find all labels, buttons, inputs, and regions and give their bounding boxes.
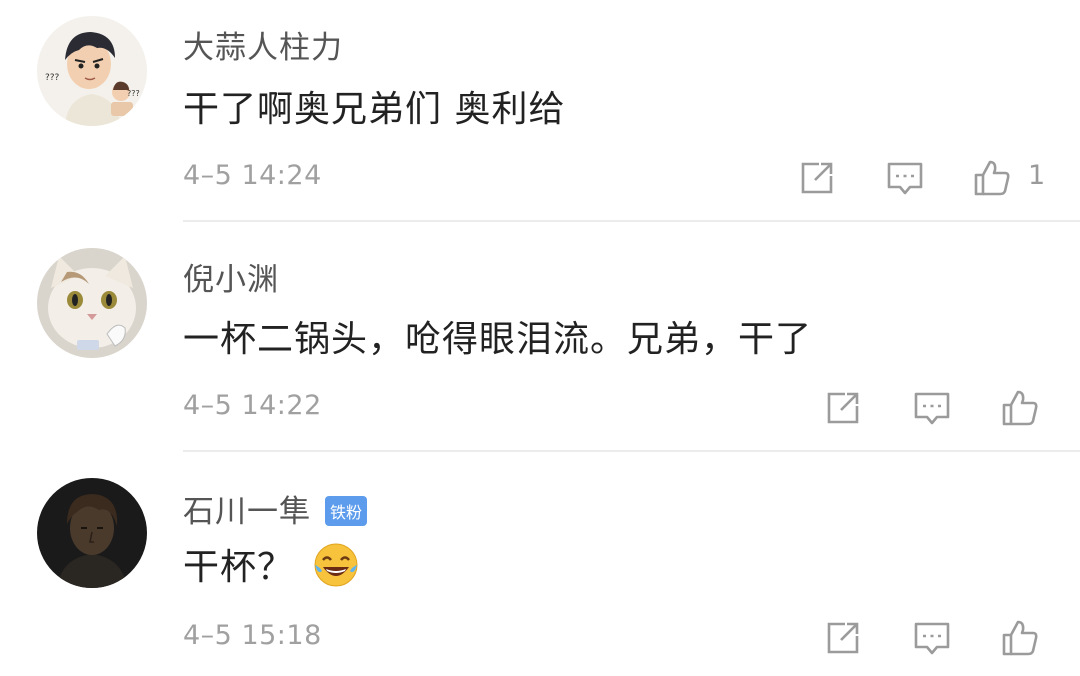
comment-text: 干杯？ [183,538,360,593]
user-avatar[interactable] [37,478,147,588]
username-text: 石川一隼 [183,494,311,530]
comment-icon [914,392,950,425]
timestamp: 4–5 15:18 [183,620,322,651]
share-button[interactable] [823,618,863,658]
comment-item: ??? ??? 大蒜人柱力 干了啊奥兄弟们 奥利给 4–5 14:24 1 [0,0,1080,222]
comment-item: 倪小渊 一杯二锅头，呛得眼泪流。兄弟，干了 4–5 14:22 [0,222,1080,452]
comment-icon [914,622,950,655]
comment-button[interactable] [912,618,952,658]
comment-text: 干了啊奥兄弟们 奥利给 [183,89,566,130]
thumbs-up-icon [1002,390,1038,426]
share-button[interactable] [797,158,837,198]
timestamp: 4–5 14:22 [183,390,322,421]
share-button[interactable] [823,388,863,428]
laughing-tears-emoji-icon [312,541,360,589]
username[interactable]: 石川一隼 铁粉 [183,486,368,531]
thumbs-up-icon [974,160,1010,196]
share-icon [801,162,833,194]
comment-text-content: 干杯？ [183,547,295,588]
username[interactable]: 倪小渊 [183,254,279,299]
comment-icon [887,162,923,195]
comment-button[interactable] [912,388,952,428]
dark-portrait-avatar-icon [37,478,147,588]
cat-avatar-icon [37,248,147,358]
comment-button[interactable] [885,158,925,198]
fan-badge[interactable]: 铁粉 [325,495,368,526]
anime-boy-avatar-icon: ??? ??? [37,16,147,126]
username[interactable]: 大蒜人柱力 [183,22,343,67]
user-avatar[interactable] [37,248,147,358]
avatar-mark-right: ??? [127,89,140,98]
share-icon [827,622,859,654]
like-button[interactable] [972,158,1012,198]
like-count: 1 [1028,160,1046,191]
timestamp: 4–5 14:24 [183,160,322,191]
avatar-mark-left: ??? [45,73,60,83]
like-button[interactable] [1000,388,1040,428]
comment-text: 一杯二锅头，呛得眼泪流。兄弟，干了 [183,319,813,360]
thumbs-up-icon [1002,620,1038,656]
like-button[interactable] [1000,618,1040,658]
user-avatar[interactable]: ??? ??? [37,16,147,126]
comment-item: 石川一隼 铁粉 干杯？ 4–5 15:18 [0,452,1080,676]
share-icon [827,392,859,424]
